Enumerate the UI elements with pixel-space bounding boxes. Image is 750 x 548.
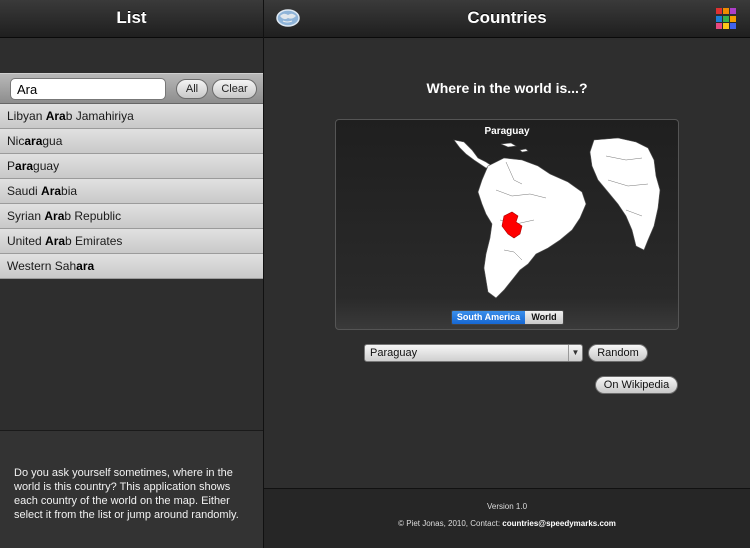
list-item-match: ara [76, 259, 95, 273]
countries-navbar: Countries [264, 0, 750, 38]
region-segmented-control: South America World [451, 310, 564, 325]
description-area: Do you ask yourself sometimes, where in … [0, 430, 263, 548]
country-list: Libyan Arab Jamahiriya Nicaragua Paraguay S… [0, 104, 263, 279]
footer: Version 1.0 © Piet Jonas, 2010, Contact:… [264, 488, 750, 548]
list-item-text: United [7, 234, 46, 248]
credits-text: © Piet Jonas, 2010, Contact: [398, 519, 503, 528]
list-item-match: Ara [45, 109, 66, 123]
credits-line: © Piet Jonas, 2010, Contact: countries@s… [264, 519, 750, 528]
south-america-shape [477, 157, 587, 299]
color-grid-icon[interactable] [716, 8, 738, 30]
all-button[interactable]: All [176, 79, 208, 99]
country-select-value: Paraguay [370, 347, 418, 359]
list-item-text: Libyan [7, 109, 46, 123]
question-heading: Where in the world is...? [426, 80, 588, 96]
list-item[interactable]: Paraguay [0, 154, 263, 179]
clear-button[interactable]: Clear [212, 79, 257, 99]
list-item-match: Ara [44, 209, 65, 223]
list-pane: List All Clear Libyan Arab JamahiriyaNic… [0, 0, 263, 548]
wikipedia-button[interactable]: On Wikipedia [595, 376, 678, 394]
list-item-text: P [7, 159, 16, 173]
caribbean-islands-shape [500, 142, 517, 148]
list-title: List [116, 8, 147, 27]
map-canvas[interactable] [336, 120, 678, 329]
list-item-text: gua [42, 134, 63, 148]
list-item-match: Ara [45, 234, 66, 248]
version-label: Version 1.0 [486, 502, 528, 511]
list-item-match: ara [24, 134, 43, 148]
dropdown-arrow-icon[interactable]: ▼ [568, 345, 582, 361]
segment-world[interactable]: World [525, 311, 563, 324]
country-select[interactable]: Paraguay ▼ [364, 344, 583, 362]
detail-pane: Countries Where in the world is...? Para… [264, 0, 750, 548]
map-panel[interactable]: Paraguay South America World [335, 119, 679, 330]
list-item-text: b Jamahiriya [65, 109, 134, 123]
list-item-text: b Emirates [65, 234, 123, 248]
map-country-label: Paraguay [484, 126, 530, 137]
list-item-text: Saudi [7, 184, 42, 198]
list-item-text: Nic [7, 134, 25, 148]
list-navbar: List [0, 0, 263, 38]
list-item-text: Syrian [7, 209, 45, 223]
list-item-match: Ara [41, 184, 62, 198]
list-item[interactable]: Saudi Arabia [0, 179, 263, 204]
list-item[interactable]: United Arab Emirates [0, 229, 263, 254]
random-button[interactable]: Random [588, 344, 648, 362]
africa-shape [589, 137, 661, 251]
search-input[interactable] [10, 78, 166, 100]
list-item[interactable]: Nicaragua [0, 129, 263, 154]
list-item[interactable]: Libyan Arab Jamahiriya [0, 104, 263, 129]
list-item-text: bia [61, 184, 78, 198]
list-item[interactable]: Syrian Arab Republic [0, 204, 263, 229]
central-america-shape [453, 139, 493, 169]
segment-south-america[interactable]: South America [452, 311, 525, 324]
list-item[interactable]: Western Sahara [0, 254, 263, 279]
countries-title: Countries [467, 8, 547, 27]
app-description: Do you ask yourself sometimes, where in … [14, 467, 239, 521]
list-item-text: Western Sah [7, 259, 77, 273]
search-bar: All Clear [0, 73, 263, 104]
list-item-text: guay [33, 159, 60, 173]
list-item-match: ara [15, 159, 34, 173]
list-item-text: b Republic [64, 209, 122, 223]
contact-email[interactable]: countries@speedymarks.com [502, 519, 616, 528]
